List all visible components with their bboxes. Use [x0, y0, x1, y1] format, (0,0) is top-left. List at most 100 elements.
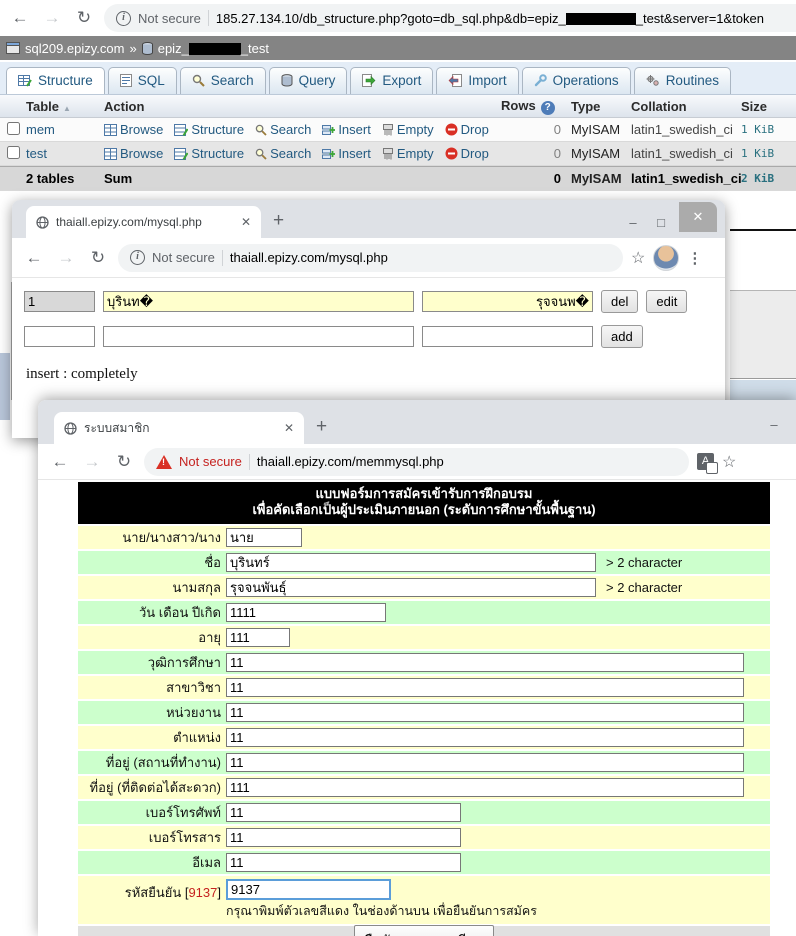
tab-operations[interactable]: Operations: [522, 67, 631, 94]
form-row-input[interactable]: [226, 853, 461, 872]
form-row-label: ที่อยู่ (สถานที่ทำงาน): [78, 752, 226, 773]
reload-button[interactable]: ↻: [112, 452, 136, 472]
form-row-input[interactable]: [226, 803, 461, 822]
tab-structure[interactable]: Structure: [6, 67, 105, 94]
table-name-link[interactable]: mem: [26, 122, 104, 137]
browse-link[interactable]: Browse: [104, 122, 163, 137]
reload-button[interactable]: ↻: [86, 248, 110, 268]
back-button[interactable]: ←: [22, 248, 46, 268]
back-button[interactable]: ←: [8, 8, 32, 28]
search-link[interactable]: Search: [255, 146, 311, 161]
tab-export[interactable]: Export: [350, 67, 433, 94]
close-button[interactable]: ✕: [679, 202, 717, 232]
form-row-input[interactable]: [226, 528, 302, 547]
form-row-input[interactable]: [226, 553, 596, 572]
form-row: นาย/นางสาว/นาง: [78, 526, 770, 549]
submit-registration-button[interactable]: ยืนยันการลงทะเบียน: [354, 925, 495, 936]
maximize-button[interactable]: □: [647, 215, 675, 230]
sum-rows: 0: [501, 171, 571, 186]
profile-avatar[interactable]: [653, 245, 679, 271]
form-row-input[interactable]: [226, 678, 744, 697]
drop-link[interactable]: Drop: [445, 122, 489, 137]
search-link[interactable]: Search: [255, 122, 311, 137]
browser-tab[interactable]: ระบบสมาชิก ✕: [54, 412, 304, 444]
new-surname-field[interactable]: [422, 326, 593, 347]
breadcrumb-db[interactable]: epiz__test: [158, 41, 269, 56]
tab-import[interactable]: Import: [436, 67, 518, 94]
forward-button[interactable]: →: [40, 8, 64, 28]
tab-routines[interactable]: Routines: [634, 67, 731, 94]
row-checkbox[interactable]: [7, 122, 20, 135]
form-row-label: หน่วยงาน: [78, 702, 226, 723]
menu-kebab-icon[interactable]: ⋮: [687, 249, 702, 267]
col-table[interactable]: Table▲: [26, 99, 104, 114]
col-size: Size: [741, 99, 796, 114]
url-separator: [222, 250, 223, 266]
tab-close-icon[interactable]: ✕: [241, 215, 251, 229]
empty-link[interactable]: Empty: [382, 146, 434, 161]
edit-button[interactable]: edit: [646, 290, 687, 313]
record-name-field[interactable]: [103, 291, 414, 312]
info-icon[interactable]: i: [130, 250, 145, 265]
form-title-line1: แบบฟอร์มการสมัครเข้ารับการฝึกอบรม: [78, 486, 770, 502]
reload-button[interactable]: ↻: [72, 8, 96, 28]
tab-strip: ระบบสมาชิก ✕ + –: [38, 400, 796, 444]
new-tab-button[interactable]: +: [273, 210, 284, 232]
form-row-input[interactable]: [226, 778, 744, 797]
form-row-input[interactable]: [226, 578, 596, 597]
minimize-button[interactable]: –: [619, 215, 647, 230]
tab-search[interactable]: Search: [180, 67, 266, 94]
breadcrumb-server[interactable]: sql209.epizy.com: [25, 41, 124, 56]
new-name-field[interactable]: [103, 326, 414, 347]
form-row-input[interactable]: [226, 728, 744, 747]
address-bar[interactable]: Not secure thaiall.epizy.com/memmysql.ph…: [144, 448, 689, 476]
back-button[interactable]: ←: [48, 452, 72, 472]
wrench-icon: [534, 74, 547, 87]
row-checkbox[interactable]: [7, 146, 20, 159]
background-window-fragment: [0, 353, 10, 420]
col-collation: Collation: [631, 99, 741, 114]
top-browser-toolbar: ← → ↻ i Not secure 185.27.134.10/db_stru…: [0, 0, 796, 36]
address-bar[interactable]: i Not secure 185.27.134.10/db_structure.…: [104, 4, 796, 32]
structure-link[interactable]: Structure: [174, 146, 244, 161]
tab-sql[interactable]: SQL: [108, 67, 177, 94]
structure-icon: [174, 124, 188, 136]
add-button[interactable]: add: [601, 325, 643, 348]
forward-button[interactable]: →: [80, 452, 104, 472]
record-id-field[interactable]: [24, 291, 95, 312]
confirm-code-input[interactable]: [226, 879, 391, 900]
address-bar[interactable]: i Not secure thaiall.epizy.com/mysql.php: [118, 244, 623, 272]
forward-button[interactable]: →: [54, 248, 78, 268]
form-row-input[interactable]: [226, 828, 461, 847]
form-row: ตำแหน่ง: [78, 726, 770, 749]
bookmark-star-icon[interactable]: ☆: [631, 248, 645, 268]
form-row: เบอร์โทรสาร: [78, 826, 770, 849]
info-icon[interactable]: i: [116, 11, 131, 26]
insert-link[interactable]: Insert: [322, 146, 371, 161]
del-button[interactable]: del: [601, 290, 638, 313]
record-surname-field[interactable]: [422, 291, 593, 312]
structure-link[interactable]: Structure: [174, 122, 244, 137]
empty-icon: [382, 124, 394, 136]
bookmark-star-icon[interactable]: ☆: [722, 452, 736, 472]
new-tab-button[interactable]: +: [316, 416, 327, 438]
browser-tab[interactable]: thaiall.epizy.com/mysql.php ✕: [26, 206, 261, 238]
insert-link[interactable]: Insert: [322, 122, 371, 137]
form-row-input[interactable]: [226, 603, 386, 622]
insert-icon: [322, 124, 335, 136]
new-id-field[interactable]: [24, 326, 95, 347]
tab-query[interactable]: Query: [269, 67, 348, 94]
empty-link[interactable]: Empty: [382, 122, 434, 137]
form-row-input[interactable]: [226, 753, 744, 772]
form-row-input[interactable]: [226, 628, 290, 647]
form-row-input[interactable]: [226, 703, 744, 722]
table-name-link[interactable]: test: [26, 146, 104, 161]
drop-link[interactable]: Drop: [445, 146, 489, 161]
tab-close-icon[interactable]: ✕: [284, 421, 294, 435]
help-icon[interactable]: ?: [541, 101, 555, 115]
minimize-button[interactable]: –: [760, 417, 788, 432]
browse-link[interactable]: Browse: [104, 146, 163, 161]
translate-icon[interactable]: A: [697, 453, 714, 470]
form-row-input[interactable]: [226, 653, 744, 672]
col-type: Type: [571, 99, 631, 114]
